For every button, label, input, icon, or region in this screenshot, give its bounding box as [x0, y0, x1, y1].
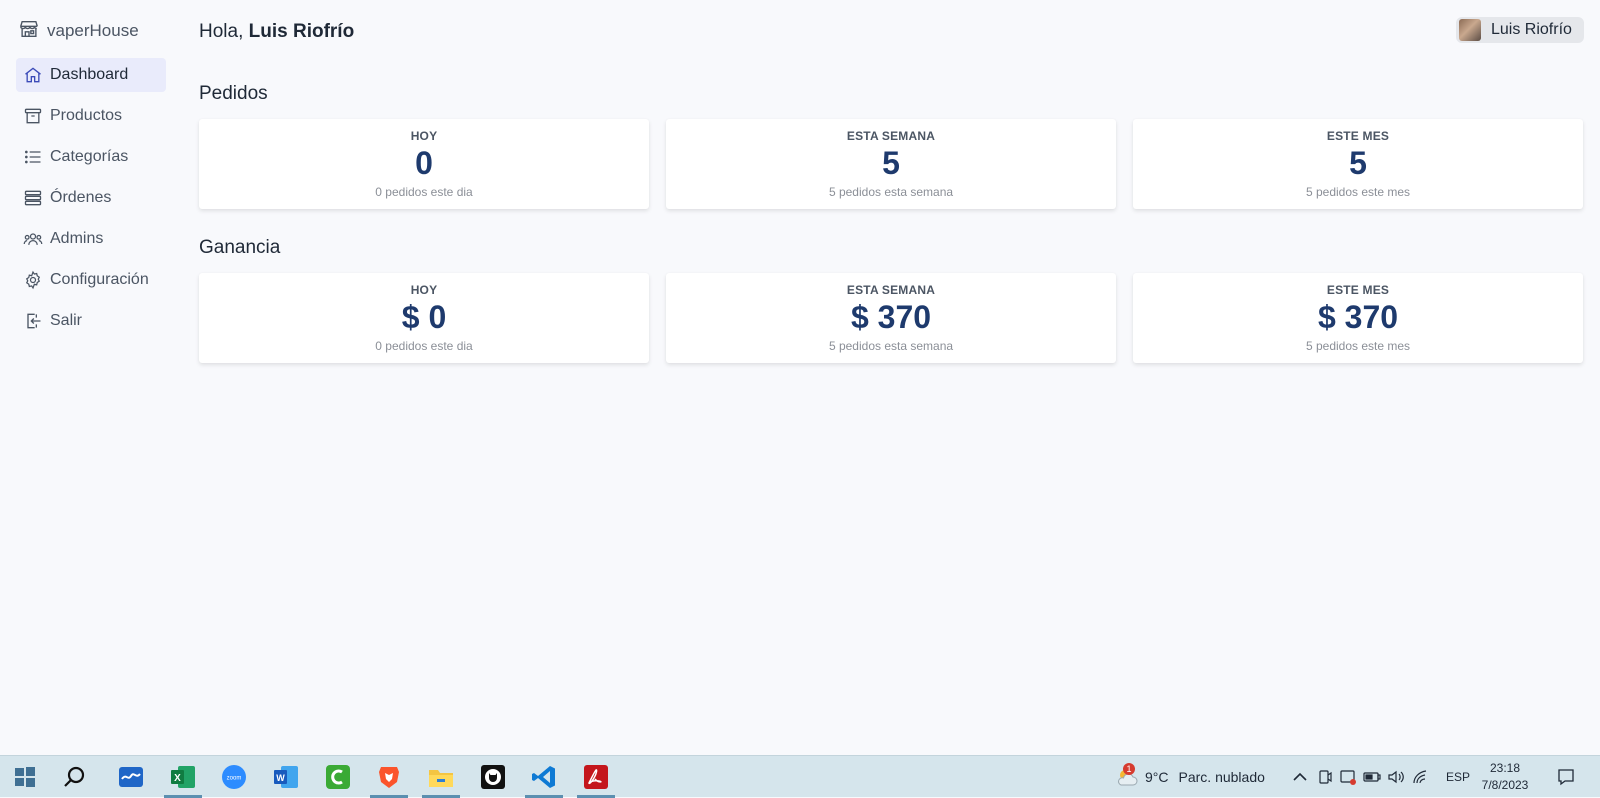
taskbar-clock[interactable]: 23:18 7/8/2023 — [1470, 760, 1540, 794]
users-icon — [22, 228, 44, 250]
sidebar-item-label: Órdenes — [50, 189, 112, 206]
stat-card-value: 0 — [415, 145, 433, 181]
stat-card-pedidos-mes: ESTE MES 5 5 pedidos este mes — [1133, 119, 1583, 209]
stat-card-subtitle: 5 pedidos este mes — [1305, 339, 1411, 353]
sidebar-item-dashboard[interactable]: Dashboard — [16, 58, 166, 92]
stat-card-label: ESTE MES — [1326, 283, 1390, 297]
list-icon — [22, 146, 44, 168]
file-explorer-icon[interactable] — [422, 764, 460, 798]
battery-icon[interactable] — [1362, 767, 1382, 787]
greeting-prefix: Hola, — [199, 21, 244, 42]
archive-box-icon — [22, 105, 44, 127]
search-icon[interactable] — [62, 764, 88, 790]
stat-card-subtitle: 5 pedidos este mes — [1305, 185, 1411, 199]
stat-card-value: $ 0 — [401, 299, 447, 335]
stat-card-label: ESTE MES — [1326, 129, 1390, 143]
weather-temperature: 9°C — [1145, 769, 1169, 785]
logout-icon — [22, 310, 44, 332]
vscode-icon[interactable] — [525, 764, 563, 798]
stat-card-pedidos-semana: ESTA SEMANA 5 5 pedidos esta semana — [666, 119, 1116, 209]
wifi-icon[interactable] — [1411, 767, 1431, 787]
language-label: ESP — [1446, 770, 1471, 784]
stat-card-value: $ 370 — [850, 299, 932, 335]
sidebar-item-label: Categorías — [50, 148, 129, 165]
stat-card-subtitle: 5 pedidos esta semana — [828, 185, 954, 199]
weather-description: Parc. nublado — [1178, 769, 1265, 785]
meet-now-icon[interactable] — [1315, 767, 1335, 787]
zoom-icon[interactable]: zoom — [221, 764, 247, 790]
stat-card-value: $ 370 — [1317, 299, 1399, 335]
store-icon — [18, 18, 40, 45]
stat-card-subtitle: 0 pedidos este dia — [375, 185, 473, 199]
windows-start-icon[interactable] — [12, 764, 38, 790]
user-menu-button[interactable]: Luis Riofrío — [1456, 17, 1584, 43]
sidebar-item-ordenes[interactable]: Órdenes — [16, 181, 166, 215]
app-window: vaperHouse Dashboard Productos Categoría… — [0, 0, 1600, 755]
pedidos-cards: HOY 0 0 pedidos este dia ESTA SEMANA 5 5… — [199, 119, 1583, 209]
stat-card-label: HOY — [410, 283, 438, 297]
stat-card-label: ESTA SEMANA — [846, 129, 936, 143]
whiteboard-icon[interactable] — [118, 764, 144, 790]
excel-icon[interactable]: X — [164, 764, 202, 798]
camtasia-icon[interactable] — [325, 764, 351, 790]
greeting-user-name: Luis Riofrío — [248, 21, 355, 42]
stat-card-value: 5 — [882, 145, 900, 181]
stack-icon — [22, 187, 44, 209]
stat-card-pedidos-hoy: HOY 0 0 pedidos este dia — [199, 119, 649, 209]
section-title-ganancia: Ganancia — [199, 237, 281, 258]
home-icon — [22, 64, 44, 86]
sidebar-item-label: Productos — [50, 107, 123, 124]
sidebar-item-label: Salir — [50, 312, 83, 329]
sidebar-item-label: Configuración — [50, 271, 149, 288]
stat-card-label: HOY — [410, 129, 438, 143]
word-icon[interactable]: W — [273, 764, 299, 790]
stat-card-value: 5 — [1349, 145, 1367, 181]
language-indicator[interactable]: ESP — [1446, 756, 1470, 798]
weather-notification-badge: 1 — [1123, 763, 1135, 775]
sidebar-item-label: Dashboard — [50, 66, 129, 83]
user-chip-name: Luis Riofrío — [1491, 21, 1572, 38]
sidebar: vaperHouse Dashboard Productos Categoría… — [0, 0, 180, 755]
gear-icon — [22, 269, 44, 291]
notification-icon[interactable] — [1556, 767, 1576, 787]
weather-widget[interactable]: 9°C Parc. nublado — [1145, 756, 1265, 798]
sidebar-item-label: Admins — [50, 230, 104, 247]
sidebar-item-salir[interactable]: Salir — [16, 304, 166, 338]
clock-date: 7/8/2023 — [1481, 778, 1529, 792]
sidebar-nav: Dashboard Productos Categorías Órdenes A… — [16, 58, 166, 345]
ganancia-cards: HOY $ 0 0 pedidos este dia ESTA SEMANA $… — [199, 273, 1583, 363]
security-icon[interactable] — [1338, 767, 1358, 787]
svg-text:W: W — [276, 773, 285, 783]
brave-icon[interactable] — [370, 764, 408, 798]
stat-card-ganancia-semana: ESTA SEMANA $ 370 5 pedidos esta semana — [666, 273, 1116, 363]
sidebar-item-productos[interactable]: Productos — [16, 99, 166, 133]
svg-text:zoom: zoom — [227, 776, 242, 782]
stat-card-subtitle: 5 pedidos esta semana — [828, 339, 954, 353]
sidebar-item-configuracion[interactable]: Configuración — [16, 263, 166, 297]
stat-card-subtitle: 0 pedidos este dia — [375, 339, 473, 353]
volume-icon[interactable] — [1386, 767, 1406, 787]
sidebar-item-categorias[interactable]: Categorías — [16, 140, 166, 174]
stat-card-label: ESTA SEMANA — [846, 283, 936, 297]
svg-text:X: X — [174, 773, 181, 784]
taskbar: X zoom W 1 9°C Parc. nublado ESP 23:18 7… — [0, 755, 1600, 798]
brand[interactable]: vaperHouse — [18, 18, 139, 44]
stat-card-ganancia-hoy: HOY $ 0 0 pedidos este dia — [199, 273, 649, 363]
acrobat-icon[interactable] — [577, 764, 615, 798]
avatar — [1459, 19, 1481, 41]
sidebar-item-admins[interactable]: Admins — [16, 222, 166, 256]
brand-name: vaperHouse — [47, 21, 139, 40]
clock-time: 23:18 — [1489, 761, 1521, 775]
section-title-pedidos: Pedidos — [199, 83, 268, 104]
chevron-up-icon[interactable] — [1290, 767, 1310, 787]
greeting: Hola, Luis Riofrío — [199, 21, 354, 43]
stat-card-ganancia-mes: ESTE MES $ 370 5 pedidos este mes — [1133, 273, 1583, 363]
github-icon[interactable] — [480, 764, 506, 790]
